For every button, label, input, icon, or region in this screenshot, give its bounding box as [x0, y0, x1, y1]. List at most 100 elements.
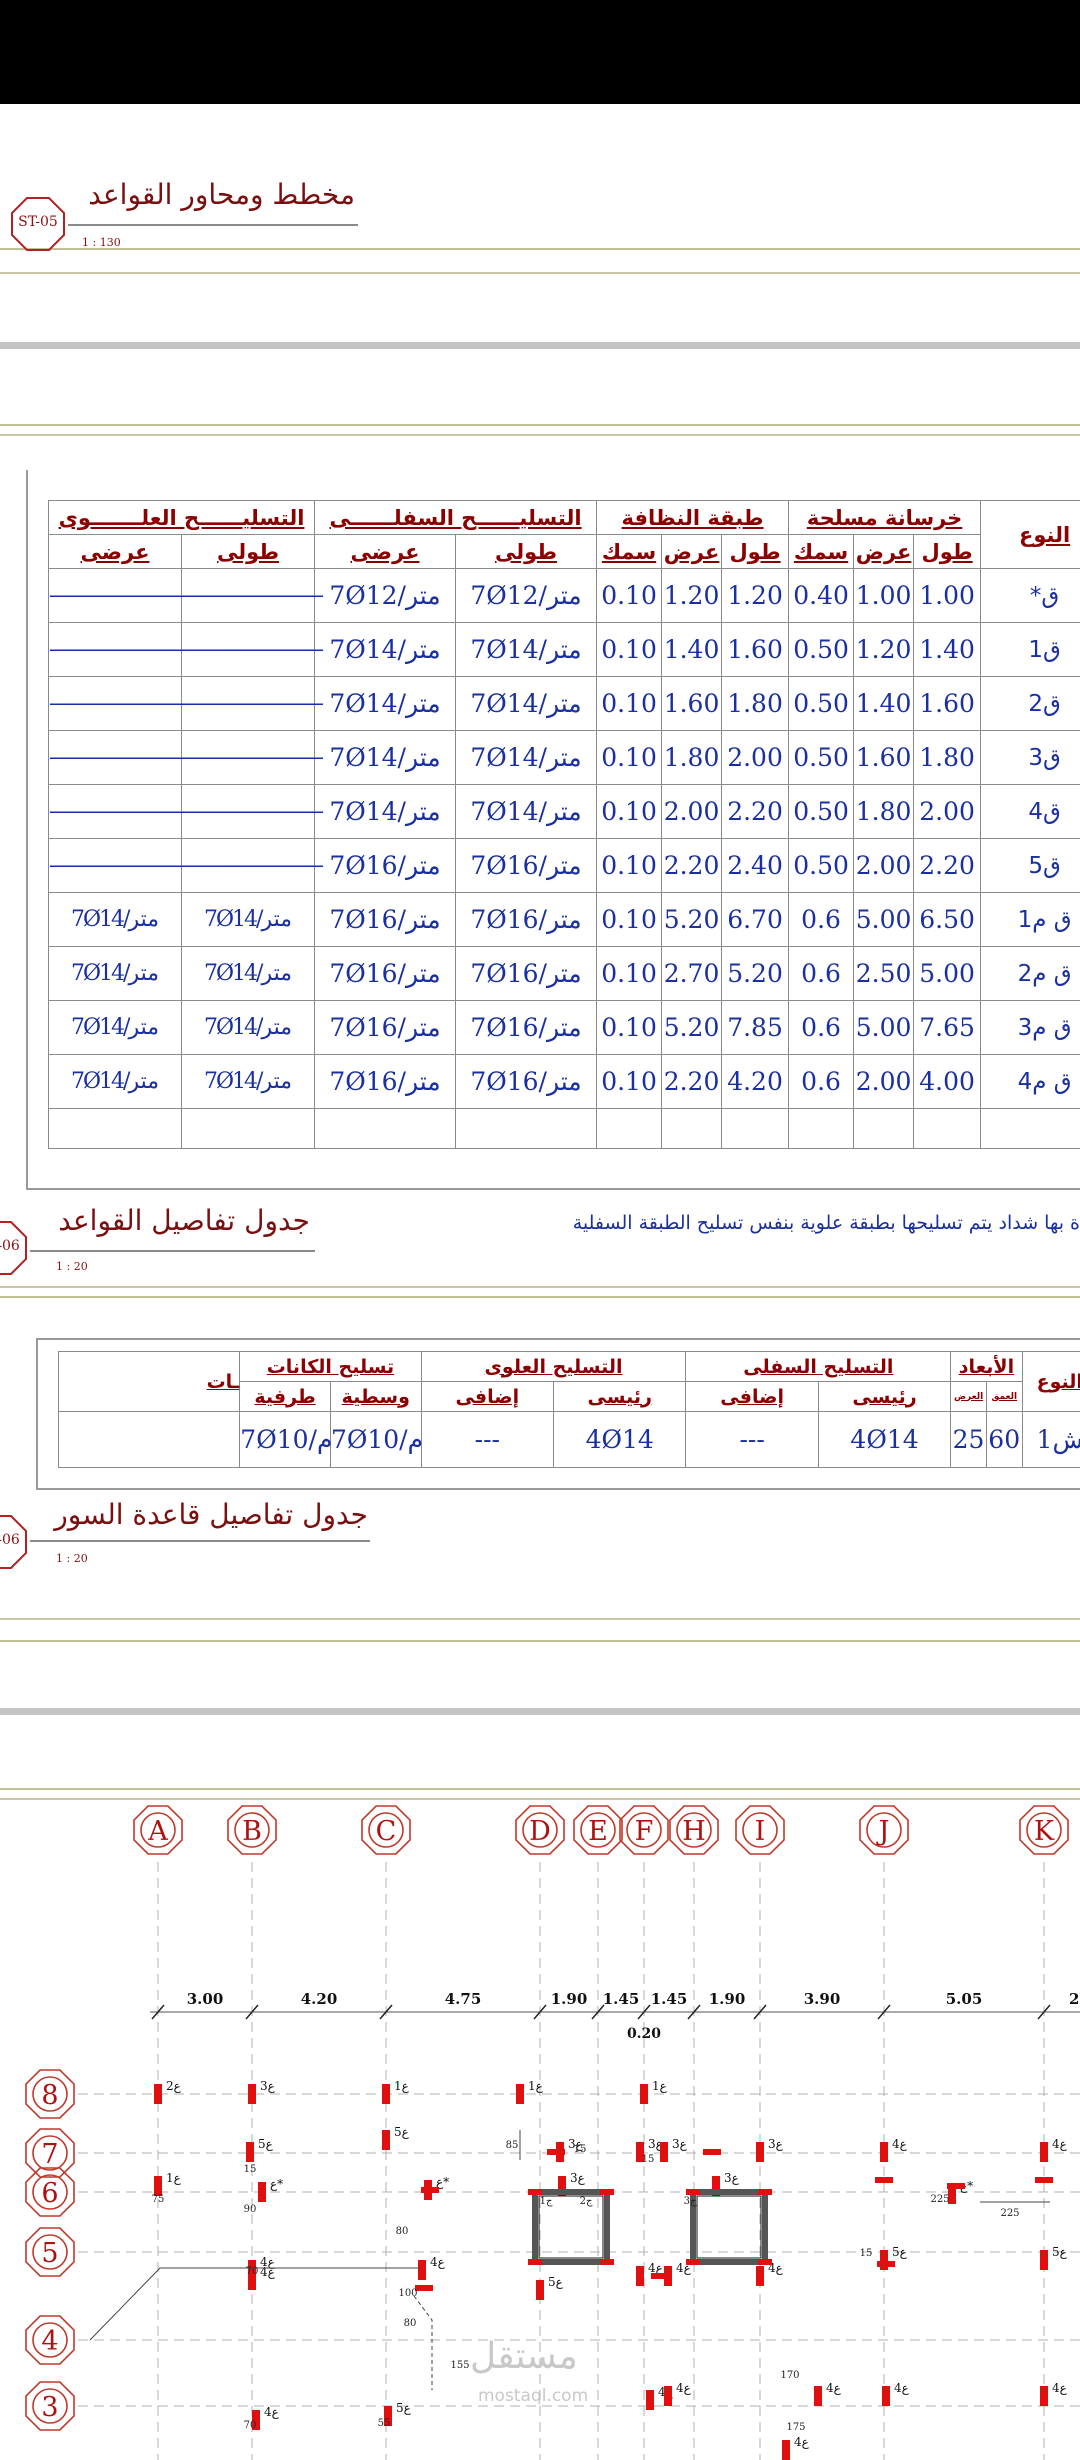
divider: [0, 248, 1080, 250]
header-reinforced-concrete: خرسانة مسلحة: [788, 500, 982, 535]
cell-top-main: 4Ø14: [552, 1411, 687, 1468]
cell-pl-w: 1.60: [661, 676, 723, 731]
cell-pl-w: 2.20: [661, 1054, 723, 1109]
column-rect: [528, 2259, 542, 2265]
cell-type: ق5: [980, 838, 1080, 893]
dimension-value: 1.45: [603, 1990, 640, 2008]
dimension-value: 75: [152, 2194, 165, 2205]
cell-pl-l: 2.00: [721, 730, 790, 785]
cell-bottom-main: 4Ø14: [817, 1411, 952, 1468]
column-rect: [636, 2266, 644, 2286]
cell-rc-t: 0.50: [788, 784, 855, 839]
cell-type: ق*: [980, 568, 1080, 623]
footing-details-table: التسليــــــح العلـــــــوى التسليــــــ…: [47, 500, 1080, 1149]
sheet-title: جدول تفاصيل قاعدة السور: [54, 1498, 368, 1531]
core-wall: [696, 2195, 762, 2259]
divider: [0, 272, 1080, 274]
cell-pl-w: 1.40: [661, 622, 723, 677]
column-rect: [814, 2386, 822, 2406]
column-rect: [600, 2189, 614, 2195]
dimension-value: 15: [642, 2154, 655, 2165]
axis-label: 6: [41, 2178, 58, 2209]
cell-pl-l: 2.20: [721, 784, 790, 839]
empty-cell: [57, 1411, 240, 1468]
cell-rc-t: 0.6: [788, 946, 855, 1001]
column-label: ع3: [260, 2079, 276, 2093]
dimension-value: 2.0: [1069, 1990, 1080, 2008]
column-label: ع1: [652, 2079, 668, 2093]
header-type: النوع: [1021, 1351, 1080, 1412]
dimension-value: 2ج: [580, 2196, 593, 2207]
cell-rc-t: 0.50: [788, 730, 855, 785]
column-rect: [758, 2259, 772, 2265]
table-row: ——————— ——————— 7Ø12/متر 7Ø12/متر 0.10 1.20 1.…: [48, 568, 1080, 623]
axis-label: F: [635, 1816, 654, 1847]
dimension-value: 155: [450, 2360, 469, 2371]
dimension-value: 80: [404, 2318, 417, 2329]
cell-t-long: ———————: [180, 676, 324, 731]
column-rect: [1040, 2142, 1048, 2162]
column-label: ع1: [166, 2171, 182, 2185]
dimension-value: 3.00: [187, 1990, 224, 2008]
column-rect: [686, 2259, 700, 2265]
axis-label: A: [147, 1816, 168, 1847]
divider: [0, 424, 1080, 426]
column-rect: [516, 2084, 524, 2104]
empty-cell: [314, 1108, 457, 1149]
cell-b-long: 7Ø14/متر: [455, 622, 598, 677]
dimension-value: 15: [860, 2248, 873, 2259]
cell-stirrup-edge: 7Ø10/م: [239, 1411, 332, 1468]
sheet-title: جدول تفاصيل القواعد: [58, 1204, 310, 1237]
cell-t-long: ———————: [180, 784, 324, 839]
column-rect: [660, 2142, 668, 2162]
cell-rc-t: 0.6: [788, 892, 855, 947]
cell-pl-t: 0.10: [596, 676, 663, 731]
cell-t-long: 7Ø14/متر: [180, 946, 316, 1001]
divider: [0, 1640, 1080, 1642]
header-plain-concrete: طبقة النظافة: [596, 500, 790, 535]
header-transverse: عرضى: [48, 534, 182, 569]
cell-rc-l: 6.50: [913, 892, 982, 947]
cell-depth: 60: [985, 1411, 1023, 1468]
cell-pl-w: 2.70: [661, 946, 723, 1001]
table-row: 7Ø14/متر 7Ø14/متر 7Ø16/متر 7Ø16/متر 0.10 5.20…: [48, 1000, 1080, 1055]
cell-rc-t: 0.50: [788, 676, 855, 731]
divider: [0, 1296, 1080, 1298]
cell-rc-t: 0.50: [788, 622, 855, 677]
dimension-value: 170: [780, 2370, 799, 2381]
header-top-reinforcement: التسليــــــح العلـــــــوى: [47, 500, 316, 535]
column-rect: [646, 2390, 654, 2410]
cell-b-trans: 7Ø14/متر: [314, 676, 457, 731]
header-top-reinforcement: التسليح العلوى: [420, 1351, 687, 1382]
column-label: ع*: [270, 2177, 283, 2191]
table-row: 7Ø14/متر 7Ø14/متر 7Ø16/متر 7Ø16/متر 0.10 5.20…: [48, 892, 1080, 947]
column-label: ع5: [548, 2275, 564, 2289]
header-width: العرض: [950, 1381, 987, 1412]
cell-rc-w: 1.40: [853, 676, 915, 731]
dimension-value: 4.20: [301, 1990, 338, 2008]
dimension-value: 4.75: [445, 1990, 482, 2008]
empty-cell: [455, 1108, 598, 1149]
header-width: عرض: [661, 534, 723, 569]
axis-label: 7: [41, 2139, 58, 2170]
header-main: رئيسى: [552, 1381, 687, 1412]
cell-t-long: 7Ø14/متر: [180, 1000, 316, 1055]
dimension-value: 225: [930, 2194, 949, 2205]
axis-label: 4: [41, 2326, 58, 2357]
cell-rc-t: 0.6: [788, 1054, 855, 1109]
column-label: ع4: [794, 2435, 810, 2449]
cell-rc-l: 1.60: [913, 676, 982, 731]
cell-b-trans: 7Ø14/متر: [314, 784, 457, 839]
top-black-bar: [0, 0, 1080, 104]
cell-rc-t: 0.40: [788, 568, 855, 623]
column-label: ع*: [436, 2175, 449, 2189]
column-label: ع3: [672, 2137, 688, 2151]
header-bottom-reinforcement: التسليــــــح السفلــــــى: [314, 500, 598, 535]
cell-rc-l: 2.20: [913, 838, 982, 893]
cell-rc-l: 1.80: [913, 730, 982, 785]
column-label: ع3: [768, 2137, 784, 2151]
cell-rc-w: 1.00: [853, 568, 915, 623]
column-rect: [600, 2259, 614, 2265]
header-thickness: سمك: [596, 534, 663, 569]
dimension-value: 3.90: [804, 1990, 841, 2008]
